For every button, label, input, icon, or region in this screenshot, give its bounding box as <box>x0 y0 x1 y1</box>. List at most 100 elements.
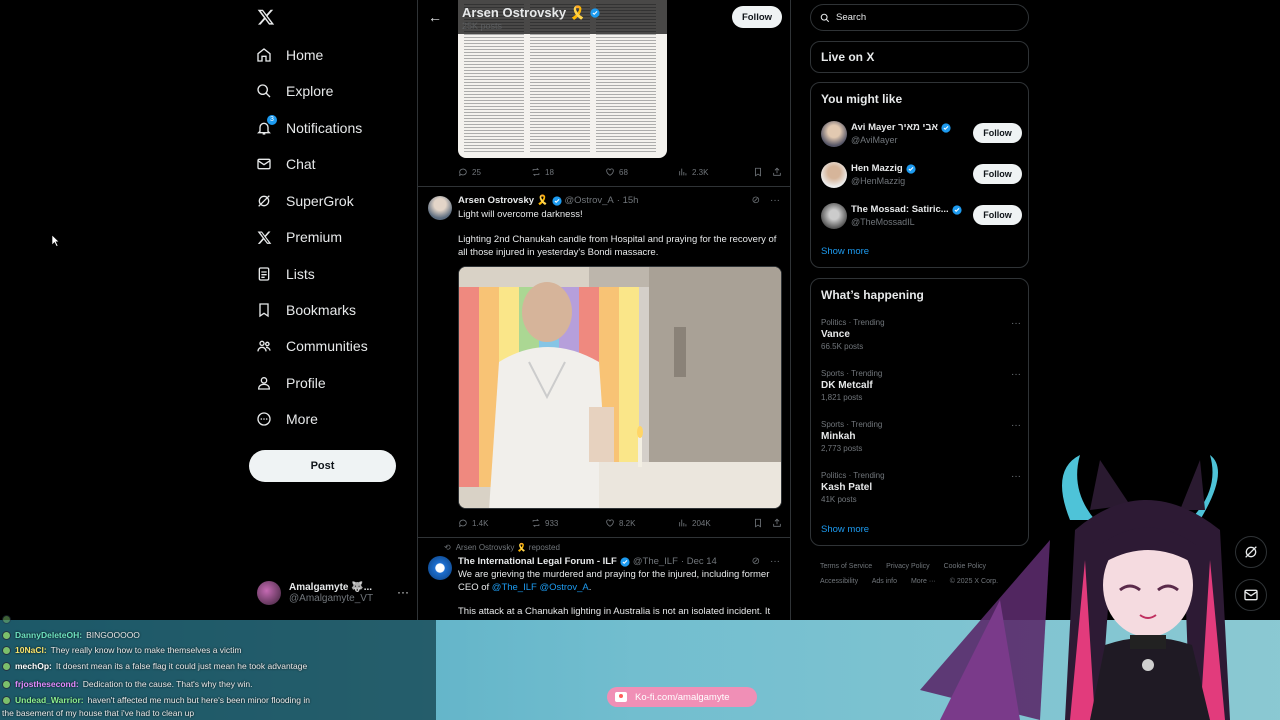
mention-link[interactable]: @Ostrov_A <box>539 582 588 593</box>
chat-username: frjosthesecond: <box>15 679 79 689</box>
share-icon <box>773 518 781 527</box>
left-navigation: Home Explore 3 Notifications Chat SuperG… <box>249 0 417 620</box>
bookmark-icon <box>255 301 273 319</box>
chat-text: the basement of my house that i've had t… <box>2 708 195 718</box>
more-dots-icon[interactable]: ··· <box>770 556 780 567</box>
heart-icon <box>606 168 614 176</box>
live-title: Live on X <box>821 50 875 64</box>
verified-badge-icon <box>941 122 951 133</box>
trend-name: DK Metcalf <box>821 380 873 391</box>
verified-badge-icon <box>906 163 916 174</box>
live-card[interactable]: Live on X <box>810 41 1029 73</box>
account-switcher[interactable]: Amalgamyte 🐺... @Amalgamyte_VT ··· <box>257 578 417 608</box>
follow-button[interactable]: Follow <box>973 164 1022 184</box>
avatar <box>821 162 847 188</box>
nav-communities-label: Communities <box>286 338 368 354</box>
grok-icon[interactable]: ⊘ <box>752 556 760 567</box>
author-handle[interactable]: @The_ILF <box>633 556 678 567</box>
trend-count: 66.5K posts <box>821 342 864 351</box>
share-button[interactable] <box>772 167 782 177</box>
nav-chat[interactable]: Chat <box>255 151 316 177</box>
follow-button[interactable]: Follow <box>973 123 1022 143</box>
tweet-time[interactable]: · Dec 14 <box>681 556 717 567</box>
reply-button[interactable]: 25 <box>458 167 481 177</box>
avatar <box>257 581 281 605</box>
author-name[interactable]: Arsen Ostrovsky 🎗️ <box>458 195 549 206</box>
stream-chat: DannyDeleteOH: BINGOOOOO 10NaCl: They re… <box>0 612 440 720</box>
nav-explore[interactable]: Explore <box>255 78 333 104</box>
like-button[interactable]: 68 <box>605 167 628 177</box>
tweet-text-line1: Light will overcome darkness! <box>458 209 583 220</box>
chat-text: It doesnt mean its a false flag it could… <box>55 661 308 671</box>
mention-link[interactable]: @The_ILF <box>492 582 537 593</box>
grok-icon[interactable]: ⊘ <box>752 195 760 206</box>
footer-link[interactable]: Ads info <box>872 578 897 585</box>
show-more-link[interactable]: Show more <box>821 246 869 257</box>
footer-link[interactable]: Terms of Service <box>820 563 872 570</box>
avatar[interactable] <box>428 196 452 220</box>
reply-button[interactable]: 1.4K <box>458 518 488 528</box>
like-button[interactable]: 8.2K <box>605 518 635 528</box>
follow-button[interactable]: Follow <box>973 205 1022 225</box>
bookmark-button[interactable] <box>753 518 763 528</box>
home-icon <box>255 46 273 64</box>
suggested-account[interactable]: Hen Mazzig @HenMazzig Follow <box>821 161 1022 189</box>
trend-item[interactable]: Politics · Trending Vance 66.5K posts ··… <box>821 318 1021 358</box>
tweet-text-line2: Lighting 2nd Chanukah candle from Hospit… <box>458 234 777 258</box>
nav-home[interactable]: Home <box>255 42 323 68</box>
share-button[interactable] <box>772 518 782 528</box>
nav-communities[interactable]: Communities <box>255 333 368 359</box>
account-handle: @AviMayer <box>851 135 898 145</box>
chat-badge-icon <box>2 645 11 655</box>
nav-supergrok[interactable]: SuperGrok <box>255 188 354 214</box>
nav-notifications[interactable]: 3 Notifications <box>255 115 362 141</box>
nav-bookmarks[interactable]: Bookmarks <box>255 297 356 323</box>
post-button[interactable]: Post <box>249 450 396 482</box>
author-name[interactable]: The International Legal Forum - ILF <box>458 556 617 567</box>
suggested-account[interactable]: The Mossad: Satiric... @TheMossadIL Foll… <box>821 202 1022 230</box>
coffee-cup-icon <box>615 692 627 702</box>
heart-icon <box>606 519 614 527</box>
show-more-link[interactable]: Show more <box>821 524 869 535</box>
repost-button[interactable]: 933 <box>531 518 558 528</box>
repost-button[interactable]: 18 <box>531 167 554 177</box>
views-button[interactable]: 2.3K <box>678 167 708 177</box>
more-dots-icon[interactable]: ··· <box>397 585 409 599</box>
search-input[interactable] <box>836 12 1016 23</box>
footer-link[interactable]: Accessibility <box>820 578 858 585</box>
hospital-photo <box>459 267 781 508</box>
bookmark-button[interactable] <box>753 167 763 177</box>
avatar[interactable] <box>428 556 452 580</box>
tweet-top-icons: ⊘ ··· <box>752 556 780 567</box>
follow-button[interactable]: Follow <box>732 6 782 28</box>
nav-notifications-label: Notifications <box>286 120 363 136</box>
author-handle[interactable]: @Ostrov_A <box>565 195 614 206</box>
suggested-account[interactable]: Avi Mayer אבי מאיר @AviMayer Follow <box>821 120 1022 148</box>
view-count: 204K <box>692 518 711 528</box>
search-icon <box>820 13 830 22</box>
x-logo-icon[interactable] <box>257 8 275 26</box>
tweet-time[interactable]: · 15h <box>617 195 639 206</box>
tweet-top-icons: ⊘ ··· <box>752 195 780 206</box>
nav-premium[interactable]: Premium <box>255 224 342 250</box>
nav-supergrok-label: SuperGrok <box>286 193 354 209</box>
more-dots-icon[interactable]: ··· <box>1011 369 1021 380</box>
chat-message: DannyDeleteOH: BINGOOOOO <box>2 628 140 642</box>
search-box[interactable] <box>810 4 1029 31</box>
trend-category: Sports · Trending <box>821 420 883 429</box>
kofi-banner[interactable]: Ko-fi.com/amalgamyte <box>607 687 757 707</box>
more-dots-icon[interactable]: ··· <box>1011 420 1021 431</box>
views-button[interactable]: 204K <box>678 518 711 528</box>
like-count: 68 <box>619 167 628 177</box>
nav-profile[interactable]: Profile <box>255 370 326 396</box>
back-arrow-icon[interactable]: ← <box>428 9 442 25</box>
more-dots-icon[interactable]: ··· <box>1011 318 1021 329</box>
tweet-photo[interactable] <box>458 266 782 509</box>
list-icon <box>255 265 273 283</box>
more-dots-icon[interactable]: ··· <box>770 195 780 206</box>
nav-lists[interactable]: Lists <box>255 261 315 287</box>
trend-item[interactable]: Sports · Trending DK Metcalf 1,821 posts… <box>821 369 1021 409</box>
repost-by[interactable]: Arsen Ostrovsky 🎗️ reposted <box>456 543 560 552</box>
nav-more[interactable]: More <box>255 406 318 432</box>
reply-count: 1.4K <box>472 518 489 528</box>
